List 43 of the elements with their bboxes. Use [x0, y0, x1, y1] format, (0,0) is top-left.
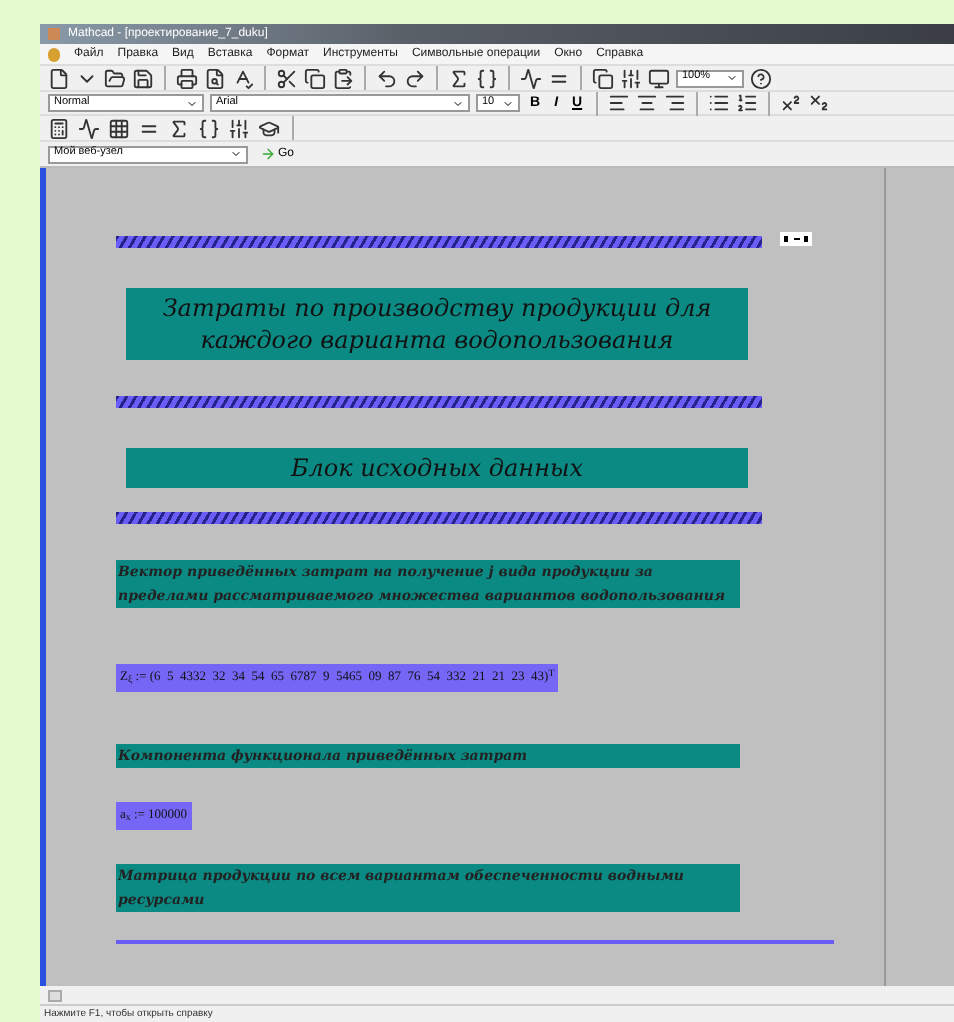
preview-icon[interactable] — [204, 67, 226, 89]
graduation-cap-icon[interactable] — [258, 117, 280, 139]
scroll-thumb[interactable] — [48, 989, 62, 1001]
folder-icon[interactable] — [104, 67, 126, 89]
caret-icon — [452, 97, 464, 109]
save-icon[interactable] — [132, 67, 154, 89]
cut-icon[interactable] — [276, 67, 298, 89]
undo-icon[interactable] — [376, 67, 398, 89]
matrix-icon[interactable] — [108, 117, 130, 139]
arrow-icon — [260, 146, 276, 162]
braces-icon[interactable] — [476, 67, 498, 89]
numbered-list-icon[interactable] — [736, 92, 759, 114]
superscript-icon[interactable] — [780, 92, 803, 114]
section-heading: Затраты по производству продукции для каждого варианта водопользования — [126, 288, 748, 360]
paste-icon[interactable] — [332, 67, 354, 89]
sliders-icon[interactable] — [228, 117, 250, 139]
braces-icon[interactable] — [198, 117, 220, 139]
align-center-icon[interactable] — [636, 92, 659, 114]
section-heading: Блок исходных данных — [126, 448, 748, 488]
calculator-icon[interactable] — [48, 117, 70, 139]
help-icon[interactable] — [750, 67, 772, 89]
caret-icon — [230, 148, 242, 160]
copy-icon[interactable] — [304, 67, 326, 89]
graph-icon[interactable] — [520, 67, 542, 89]
sigma-icon[interactable] — [448, 67, 470, 89]
align-right-icon[interactable] — [664, 92, 687, 114]
app-icon — [48, 28, 60, 40]
redo-icon[interactable] — [404, 67, 426, 89]
caret-icon — [186, 97, 198, 109]
bullet-list-icon[interactable] — [708, 92, 731, 114]
caret-icon — [726, 72, 738, 84]
new-file-icon[interactable] — [48, 67, 70, 89]
caret-icon — [502, 97, 514, 109]
sliders-icon[interactable] — [620, 67, 642, 89]
copy-icon[interactable] — [592, 67, 614, 89]
sigma-icon[interactable] — [168, 117, 190, 139]
region-marker-icon — [780, 232, 812, 246]
graph-icon[interactable] — [78, 117, 100, 139]
printer-icon[interactable] — [176, 67, 198, 89]
spell-check-icon[interactable] — [232, 67, 254, 89]
monitor-icon[interactable] — [648, 67, 670, 89]
align-left-icon[interactable] — [608, 92, 631, 114]
subscript-icon[interactable] — [808, 92, 831, 114]
